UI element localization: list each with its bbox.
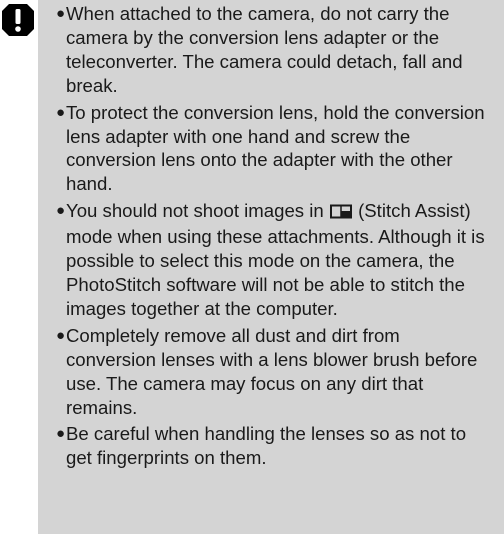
note-item: ● You should not shoot images in (Stitch… <box>56 199 492 321</box>
note-text: When attached to the camera, do not carr… <box>66 3 463 96</box>
bullet: ● <box>56 425 66 443</box>
note-text: Completely remove all dust and dirt from… <box>66 324 478 418</box>
note-text-before-icon: You should not shoot images in <box>66 200 329 222</box>
bullet: ● <box>56 326 66 344</box>
bullet: ● <box>56 202 66 220</box>
caution-icon <box>1 3 35 37</box>
note-text: To protect the conversion lens, hold the… <box>66 101 485 195</box>
note-item: ● To protect the conversion lens, hold t… <box>56 101 492 197</box>
note-item: ● Completely remove all dust and dirt fr… <box>56 324 492 420</box>
bullet: ● <box>56 5 66 22</box>
note-item: ● Be careful when handling the lenses so… <box>56 422 492 470</box>
bullet: ● <box>56 103 66 121</box>
note-text: Be careful when handling the lenses so a… <box>66 423 467 469</box>
stitch-assist-icon <box>329 201 352 225</box>
caution-notes-list: ● When attached to the camera, do not ca… <box>56 2 492 473</box>
note-item: ● When attached to the camera, do not ca… <box>56 2 492 98</box>
